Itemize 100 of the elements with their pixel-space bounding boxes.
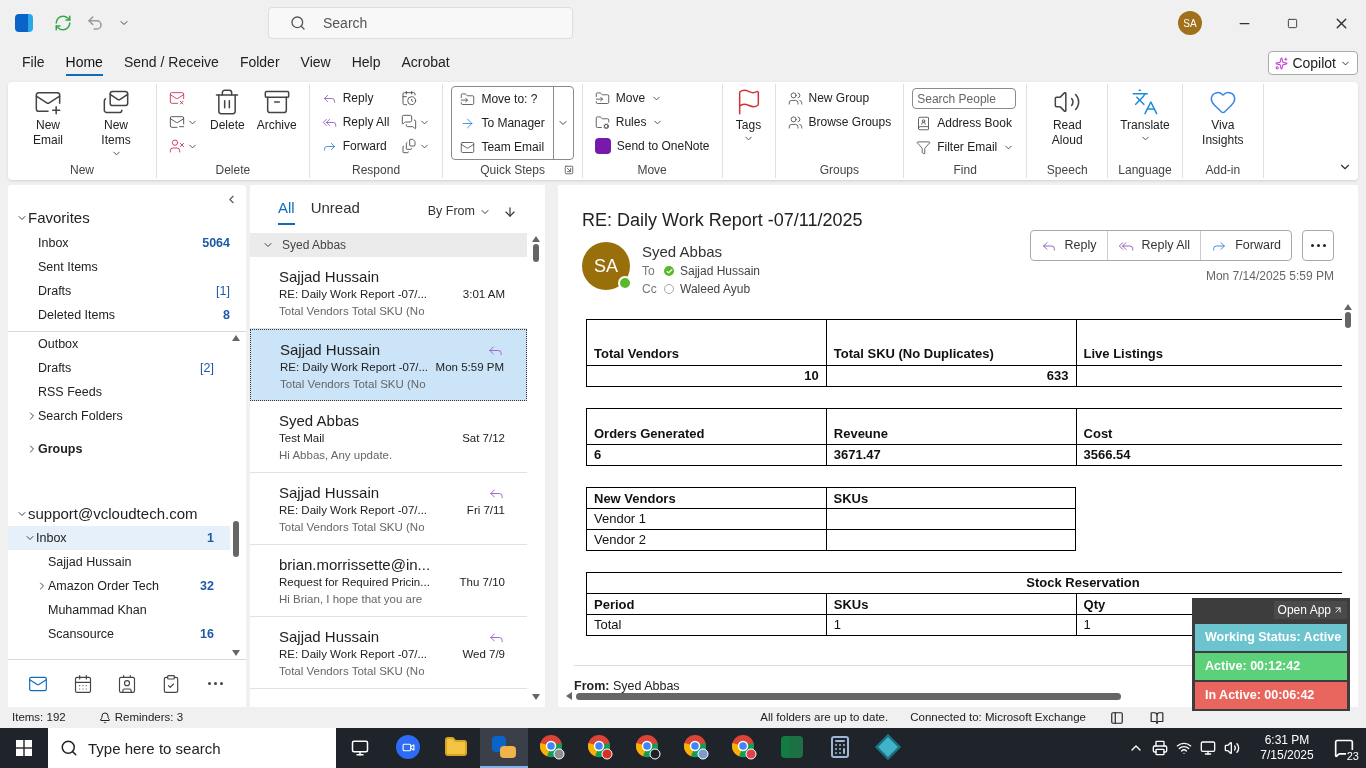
scroll-up-arrow-icon[interactable] bbox=[1344, 304, 1352, 310]
ribbon-button[interactable]: Rules bbox=[590, 110, 714, 134]
folder-item[interactable]: Inbox 5064 bbox=[8, 231, 246, 255]
folder-item[interactable]: Sent Items bbox=[8, 255, 246, 279]
scrollbar-thumb[interactable] bbox=[533, 244, 539, 262]
group-label: Speech bbox=[1046, 161, 1088, 179]
section-header[interactable]: support@vcloudtech.com bbox=[8, 502, 230, 526]
scrollbar-thumb[interactable] bbox=[576, 692, 1121, 700]
folder-item[interactable]: Search Folders bbox=[8, 404, 230, 428]
table-cell: 6 bbox=[586, 444, 827, 466]
ribbon-button[interactable]: Tags bbox=[730, 86, 767, 144]
display-icon[interactable] bbox=[1200, 740, 1216, 756]
message-preview: Hi Brian, I hope that you are bbox=[279, 592, 424, 607]
maximize-icon[interactable] bbox=[1287, 17, 1298, 29]
filter-tab[interactable]: All bbox=[278, 196, 295, 225]
more-actions-button[interactable] bbox=[1302, 230, 1334, 261]
ribbon-button[interactable]: Send to OneNote bbox=[590, 134, 714, 158]
ribbon-button[interactable]: New Email bbox=[16, 86, 80, 148]
onenote-icon bbox=[594, 138, 611, 154]
ribbon-button[interactable]: New Group bbox=[783, 86, 896, 110]
ribbon-button[interactable]: Move bbox=[590, 86, 714, 110]
ribbon-button[interactable]: Browse Groups bbox=[783, 110, 896, 134]
ribbon-button[interactable]: Filter Email bbox=[912, 135, 1019, 159]
taskbar-clock[interactable]: 6:31 PM 7/15/2025 bbox=[1252, 733, 1322, 763]
filter-tab[interactable]: Unread bbox=[310, 196, 360, 225]
volume-icon[interactable] bbox=[1224, 740, 1240, 756]
message-row[interactable]: Sajjad Hussain RE: Daily Work Report -07/... Fri 7/11 Total Vendors Total SKU (No bbox=[250, 473, 527, 545]
ribbon-button[interactable]: Forward bbox=[317, 134, 394, 158]
message-row[interactable]: Sajjad Hussain RE: Daily Work Report -07/... Mon 5:59 PM Total Vendors Total SKU (No bbox=[250, 329, 527, 401]
search-icon bbox=[60, 739, 78, 757]
message-row[interactable]: Sajjad Hussain RE: Daily Work Report -07/... Wed 7/9 Total Vendors Total SKU (No bbox=[250, 617, 527, 689]
ribbon-button[interactable]: To Manager bbox=[456, 111, 549, 135]
ribbon-button[interactable]: Viva Insights bbox=[1190, 86, 1255, 148]
ribbon-button[interactable]: Reply All bbox=[317, 110, 394, 134]
menu-tab[interactable]: Send / Receive bbox=[123, 50, 219, 76]
sort-dropdown[interactable]: By From bbox=[427, 202, 491, 225]
scrollbar-thumb[interactable] bbox=[233, 521, 239, 557]
ribbon-button[interactable]: Translate bbox=[1116, 86, 1174, 144]
scroll-down-arrow-icon[interactable] bbox=[532, 694, 540, 700]
folder-item[interactable]: Outbox bbox=[8, 332, 230, 356]
menu-tab[interactable]: Acrobat bbox=[401, 50, 450, 76]
folder-item[interactable]: Drafts [1] bbox=[8, 279, 246, 303]
dialog-launcher-icon[interactable] bbox=[563, 164, 574, 175]
ribbon-button[interactable]: Reply bbox=[317, 86, 394, 110]
folder-item[interactable]: Muhammad Khan bbox=[8, 598, 230, 622]
user-avatar[interactable]: SA bbox=[1178, 11, 1202, 35]
ribbon-button[interactable]: Team Email bbox=[456, 135, 549, 159]
sync-icon[interactable] bbox=[54, 14, 72, 32]
tray-printer-icon[interactable] bbox=[1152, 740, 1168, 756]
scroll-up-arrow-icon[interactable] bbox=[232, 335, 240, 341]
taskbar-search-field[interactable]: Type here to search bbox=[48, 728, 336, 768]
section-header[interactable]: Favorites bbox=[8, 205, 246, 231]
folder-item[interactable]: Amazon Order Tech 32 bbox=[8, 574, 230, 598]
menu-tab[interactable]: Folder bbox=[239, 50, 280, 76]
search-people-field[interactable]: Search People bbox=[912, 88, 1017, 109]
scroll-up-arrow-icon[interactable] bbox=[532, 236, 540, 242]
table-header-cell: New Vendors bbox=[586, 487, 827, 509]
folder-item[interactable]: Inbox 1 bbox=[8, 526, 230, 550]
taskbar-app-button[interactable] bbox=[480, 728, 528, 768]
recipient-name: Sajjad Hussain bbox=[680, 263, 761, 280]
sort-order-icon[interactable] bbox=[503, 205, 517, 219]
reading-view-icon[interactable] bbox=[1150, 710, 1164, 725]
message-subject: Test Mail bbox=[279, 431, 325, 447]
calendar-clock-icon bbox=[401, 90, 418, 106]
email-action-button[interactable]: Forward bbox=[1200, 231, 1291, 260]
message-row[interactable]: Syed Abbas Test Mail Sat 7/12 Hi Abbas, Any update. bbox=[250, 401, 527, 473]
copilot-button[interactable]: Copilot bbox=[1268, 51, 1358, 75]
ribbon-button[interactable]: New Items bbox=[84, 86, 148, 159]
ribbon-button[interactable]: Read Aloud bbox=[1035, 86, 1100, 148]
scrollbar-thumb[interactable] bbox=[1345, 312, 1351, 328]
menu-tab[interactable]: View bbox=[300, 50, 331, 76]
folder-item[interactable]: Sajjad Hussain bbox=[8, 550, 230, 574]
open-app-button[interactable]: Open App bbox=[1273, 601, 1347, 619]
scroll-down-arrow-icon[interactable] bbox=[232, 650, 240, 656]
calculator-icon bbox=[828, 735, 852, 759]
group-header[interactable]: Syed Abbas bbox=[250, 233, 527, 257]
ribbon-button[interactable]: Archive bbox=[252, 86, 301, 133]
folder-item[interactable]: Drafts [2] bbox=[8, 356, 230, 380]
network-icon[interactable] bbox=[1176, 740, 1192, 756]
folder-item[interactable]: RSS Feeds bbox=[8, 380, 230, 404]
section-header[interactable]: Groups bbox=[8, 436, 230, 462]
message-row[interactable]: brian.morrissette@in... Request for Required Pricin... Thu 7/10 Hi Brian, I hope that you are bbox=[250, 545, 527, 617]
table-header-cell: Total Vendors bbox=[586, 319, 827, 366]
sparkle-icon bbox=[1275, 56, 1289, 70]
email-action-button[interactable]: Reply bbox=[1030, 231, 1107, 260]
reminder-count[interactable]: Reminders: 3 bbox=[114, 708, 184, 727]
search-field[interactable]: Search bbox=[268, 7, 573, 39]
scroll-left-arrow-icon[interactable] bbox=[566, 692, 572, 700]
ribbon-button[interactable]: Address Book bbox=[912, 111, 1019, 135]
ribbon-button[interactable]: Delete bbox=[206, 86, 249, 133]
menu-tab[interactable]: Home bbox=[65, 50, 103, 76]
email-action-button[interactable]: Reply All bbox=[1106, 231, 1201, 260]
table-header-cell: SKUs bbox=[826, 487, 1076, 509]
folder-item[interactable]: Deleted Items 8 bbox=[8, 303, 246, 327]
menu-tab[interactable]: Help bbox=[351, 50, 381, 76]
normal-view-icon[interactable] bbox=[1110, 710, 1124, 725]
ribbon-button[interactable]: Move to: ? bbox=[456, 87, 549, 111]
folder-item[interactable]: Scansource 16 bbox=[8, 622, 230, 646]
table-cell: Total bbox=[586, 614, 827, 636]
menu-tab[interactable]: File bbox=[22, 50, 45, 76]
